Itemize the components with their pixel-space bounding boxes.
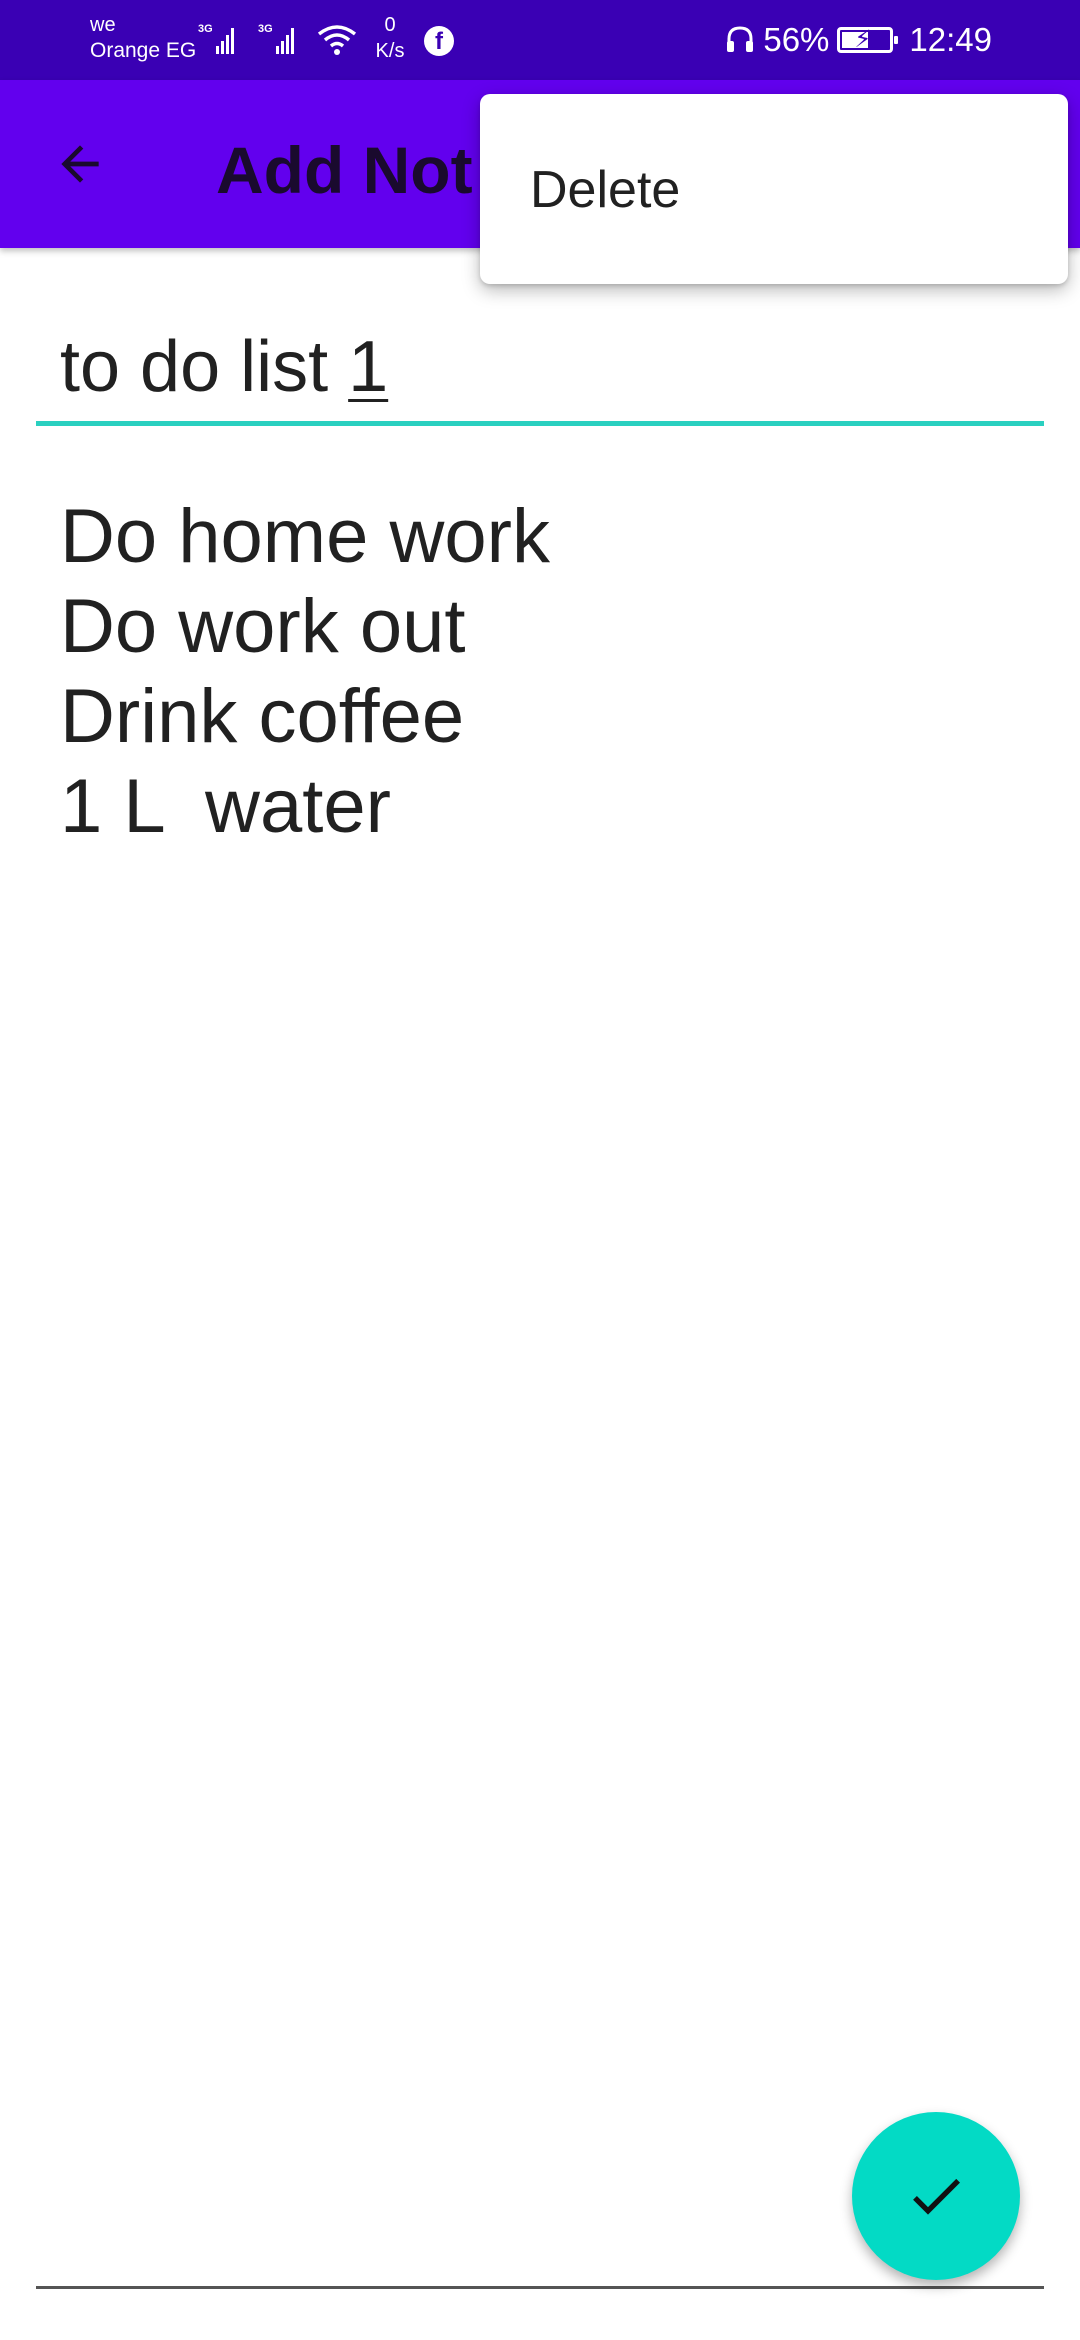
note-line: Do work out [60,584,466,669]
network-type-1: 3G [198,23,213,35]
status-right: 56% ⚡ 12:49 [725,18,992,62]
signal-icon: 3G [198,23,234,54]
speed-unit: K/s [375,40,405,62]
check-icon [913,2178,960,2215]
charging-bolt-icon: ⚡ [854,26,872,53]
bottom-divider [36,2286,1044,2289]
back-button[interactable] [40,124,120,204]
note-line: Do home work [60,494,550,579]
signal-icon: 3G [258,23,294,54]
status-bar: we Orange EG 3G 3G 0 K/s f 56% ⚡ 12:49 [0,0,1080,80]
menu-item-delete[interactable]: Delete [530,160,680,220]
note-body-input[interactable]: Do home work Do work out Drink coffee 1 … [60,492,1020,852]
clock: 12:49 [909,21,992,58]
network-speed: 0 K/s [368,12,412,64]
note-title-underlined: 1 [348,327,389,407]
note-line: Drink coffee [60,674,465,759]
save-fab-button[interactable] [852,2112,1020,2280]
speed-value: 0 [384,14,396,36]
note-title-input[interactable]: to do list 1 [36,316,1044,426]
facebook-icon: f [424,26,454,56]
screen: we Orange EG 3G 3G 0 K/s f 56% ⚡ 12:49 A… [0,0,1080,2340]
overflow-menu: Delete [480,94,1068,284]
note-line: 1 L water [60,764,391,849]
carrier-names: we Orange EG [90,12,196,64]
network-type-2: 3G [258,23,273,35]
carrier-top: we [90,14,116,36]
note-title-value: to do list 1 [60,326,388,408]
note-title-prefix: to do list [60,327,349,407]
headset-icon [727,26,754,52]
battery-percent: 56% [763,21,830,58]
wifi-icon [317,25,357,55]
page-title: Add Not [216,133,473,207]
battery-charging-icon: ⚡ [837,26,899,53]
carrier-bottom: Orange EG [90,39,197,62]
arrow-back-icon [61,145,99,183]
